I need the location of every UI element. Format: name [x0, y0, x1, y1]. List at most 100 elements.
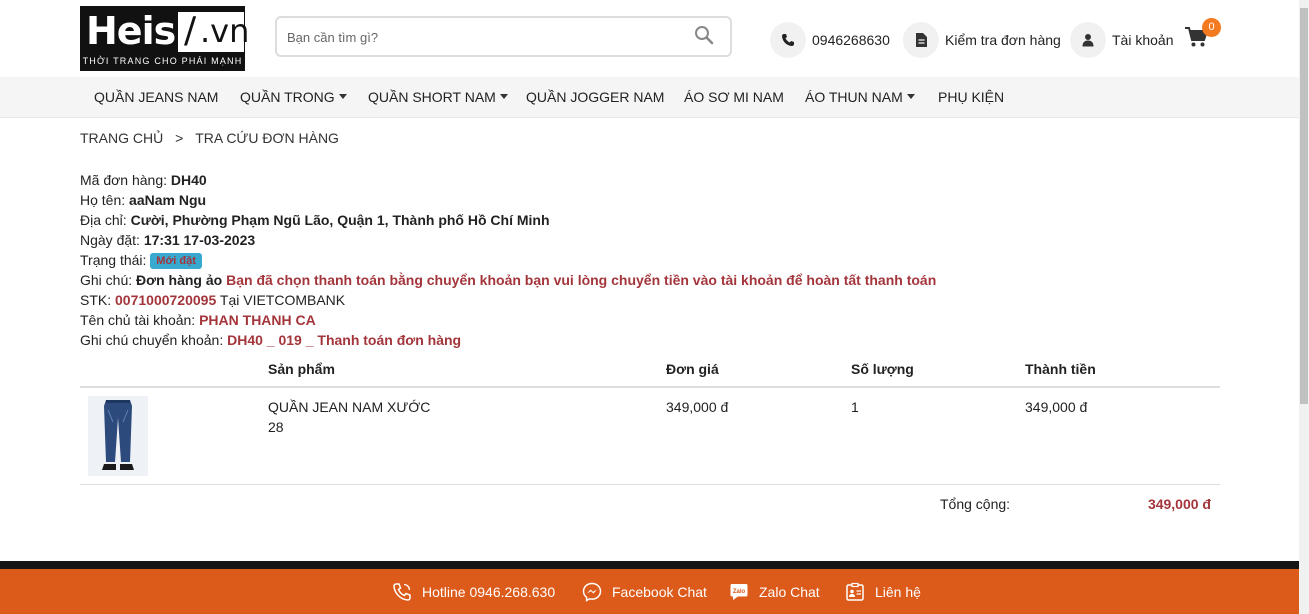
column-header-quantity: Số lượng: [851, 361, 914, 377]
phone-icon: [393, 583, 411, 601]
hotline-label: Hotline 0946.268.630: [422, 584, 556, 600]
zalo-chat-link[interactable]: Zalo Zalo Chat: [729, 581, 820, 603]
status-row: Trạng thái: Mới đặt: [80, 252, 936, 272]
account-owner-label: Tên chủ tài khoản:: [80, 312, 200, 328]
zalo-chat-label: Zalo Chat: [759, 584, 820, 600]
note-row: Ghi chú: Đơn hàng ảo Bạn đã chọn thanh t…: [80, 272, 936, 292]
main-nav: QUẦN JEANS NAM QUẦN TRONG QUẦN SHORT NAM…: [0, 77, 1299, 118]
address-value: Cười, Phường Phạm Ngũ Lão, Quận 1, Thành…: [130, 212, 550, 228]
order-date-row: Ngày đặt: 17:31 17-03-2023: [80, 232, 936, 252]
nav-item-accessories[interactable]: PHỤ KIỆN: [938, 89, 1004, 105]
order-id: DH40: [170, 172, 207, 188]
account-number-label: STK:: [80, 292, 116, 308]
payment-instruction: Bạn đã chọn thanh toán bằng chuyển khoản…: [226, 272, 937, 288]
product-image[interactable]: [88, 396, 148, 476]
transfer-note-label: Ghi chú chuyển khoản:: [80, 332, 228, 348]
nav-item-label: ÁO SƠ MI NAM: [684, 89, 784, 105]
logo-text: Heis: [86, 9, 176, 53]
status-badge: Mới đặt: [150, 253, 202, 269]
breadcrumb-home[interactable]: TRANG CHỦ: [80, 130, 163, 146]
facebook-chat-label: Facebook Chat: [612, 584, 707, 600]
footer-divider: [0, 561, 1299, 569]
order-id-label: Mã đơn hàng:: [80, 172, 171, 188]
breadcrumb: TRANG CHỦ > TRA CỨU ĐƠN HÀNG: [80, 130, 339, 146]
nav-item-jeans[interactable]: QUẦN JEANS NAM: [94, 89, 218, 105]
nav-item-underwear[interactable]: QUẦN TRONG: [240, 89, 347, 105]
order-check-link[interactable]: Kiểm tra đơn hàng: [903, 22, 1061, 58]
phone-icon: [770, 22, 806, 58]
facebook-chat-link[interactable]: Facebook Chat: [582, 581, 707, 603]
caret-down-icon: [338, 94, 347, 99]
contact-footer-bar: Hotline 0946.268.630 Facebook Chat Zalo …: [0, 569, 1299, 614]
total-label: Tổng cộng:: [940, 496, 1011, 512]
nav-item-label: ÁO THUN NAM: [805, 89, 903, 105]
nav-item-shorts[interactable]: QUẦN SHORT NAM: [368, 89, 508, 105]
contact-link[interactable]: Liên hệ: [845, 581, 921, 603]
product-price: 349,000 đ: [666, 399, 729, 415]
customer-name-row: Họ tên: aaNam Ngu: [80, 192, 936, 212]
nav-item-label: QUẦN TRONG: [240, 89, 335, 105]
product-quantity: 1: [851, 399, 859, 415]
search-icon[interactable]: [694, 25, 716, 47]
page-scrollbar[interactable]: [1299, 0, 1309, 614]
order-date-label: Ngày đặt:: [80, 232, 144, 248]
total-value: 349,000 đ: [1147, 496, 1211, 512]
product-name[interactable]: QUẦN JEAN NAM XƯỚC: [268, 399, 430, 415]
search-input[interactable]: [287, 26, 687, 48]
order-info: Mã đơn hàng: DH40 Họ tên: aaNam Ngu Địa …: [80, 172, 936, 352]
logo-tagline: THỜI TRANG CHO PHÁI MẠNH: [82, 56, 243, 66]
logo-wordmark: Heis / .vn: [80, 8, 249, 54]
transfer-note-row: Ghi chú chuyển khoản: DH40 _ 019 _ Thanh…: [80, 332, 936, 352]
scrollbar-thumb[interactable]: [1300, 8, 1308, 404]
order-id-row: Mã đơn hàng: DH40: [80, 172, 936, 192]
contact-label: Liên hệ: [875, 584, 921, 600]
search-box: [275, 16, 732, 57]
note-label: Ghi chú:: [80, 272, 137, 288]
customer-name-label: Họ tên:: [80, 192, 130, 208]
address-row: Địa chỉ: Cười, Phường Phạm Ngũ Lão, Quận…: [80, 212, 936, 232]
phone-link[interactable]: 0946268630: [770, 22, 890, 58]
column-header-product: Sản phẩm: [268, 361, 335, 377]
account-label: Tài khoản: [1112, 32, 1174, 48]
address-label: Địa chỉ:: [80, 212, 131, 228]
product-subtotal: 349,000 đ: [1025, 399, 1088, 415]
table-row-divider: [80, 484, 1220, 485]
nav-item-label: PHỤ KIỆN: [938, 89, 1005, 105]
product-size: 28: [268, 419, 284, 435]
bank-account-row: STK: 0071000720095 Tại VIETCOMBANK: [80, 292, 936, 312]
note-value: Đơn hàng ảo: [136, 272, 223, 288]
phone-number: 0946268630: [812, 32, 890, 48]
account-link[interactable]: Tài khoản: [1070, 22, 1173, 58]
bank-name: Tại VIETCOMBANK: [216, 292, 346, 308]
site-header: Heis / .vn THỜI TRANG CHO PHÁI MẠNH 0946…: [0, 0, 1299, 77]
nav-item-shirts[interactable]: ÁO SƠ MI NAM: [684, 89, 784, 105]
column-header-subtotal: Thành tiền: [1025, 361, 1096, 377]
nav-item-jogger[interactable]: QUẦN JOGGER NAM: [526, 89, 664, 105]
transfer-note: DH40 _ 019 _ Thanh toán đơn hàng: [227, 332, 462, 348]
messenger-icon: [582, 582, 602, 602]
logo-slash: /: [184, 10, 197, 51]
caret-down-icon: [499, 94, 508, 99]
order-date: 17:31 17-03-2023: [143, 232, 256, 248]
site-logo[interactable]: Heis / .vn THỜI TRANG CHO PHÁI MẠNH: [80, 6, 249, 71]
breadcrumb-current: TRA CỨU ĐƠN HÀNG: [195, 130, 339, 146]
hotline-link[interactable]: Hotline 0946.268.630: [392, 581, 555, 603]
zalo-icon: Zalo: [730, 584, 748, 600]
caret-down-icon: [906, 94, 915, 99]
order-check-label: Kiểm tra đơn hàng: [945, 32, 1061, 48]
contact-card-icon: [846, 582, 864, 601]
account-owner-row: Tên chủ tài khoản: PHAN THANH CA: [80, 312, 936, 332]
status-label: Trạng thái:: [80, 252, 151, 268]
breadcrumb-separator: >: [175, 130, 184, 146]
user-icon: [1070, 22, 1106, 58]
customer-name: aaNam Ngu: [129, 192, 207, 208]
account-number: 0071000720095: [115, 292, 217, 308]
svg-text:Zalo: Zalo: [733, 589, 746, 595]
account-owner: PHAN THANH CA: [199, 312, 316, 328]
cart-count-badge: 0: [1202, 18, 1221, 37]
nav-item-label: QUẦN JEANS NAM: [94, 89, 219, 105]
nav-item-tshirts[interactable]: ÁO THUN NAM: [805, 89, 915, 105]
column-header-price: Đơn giá: [666, 361, 719, 377]
nav-item-label: QUẦN JOGGER NAM: [526, 89, 665, 105]
logo-domain: .vn: [200, 12, 250, 50]
